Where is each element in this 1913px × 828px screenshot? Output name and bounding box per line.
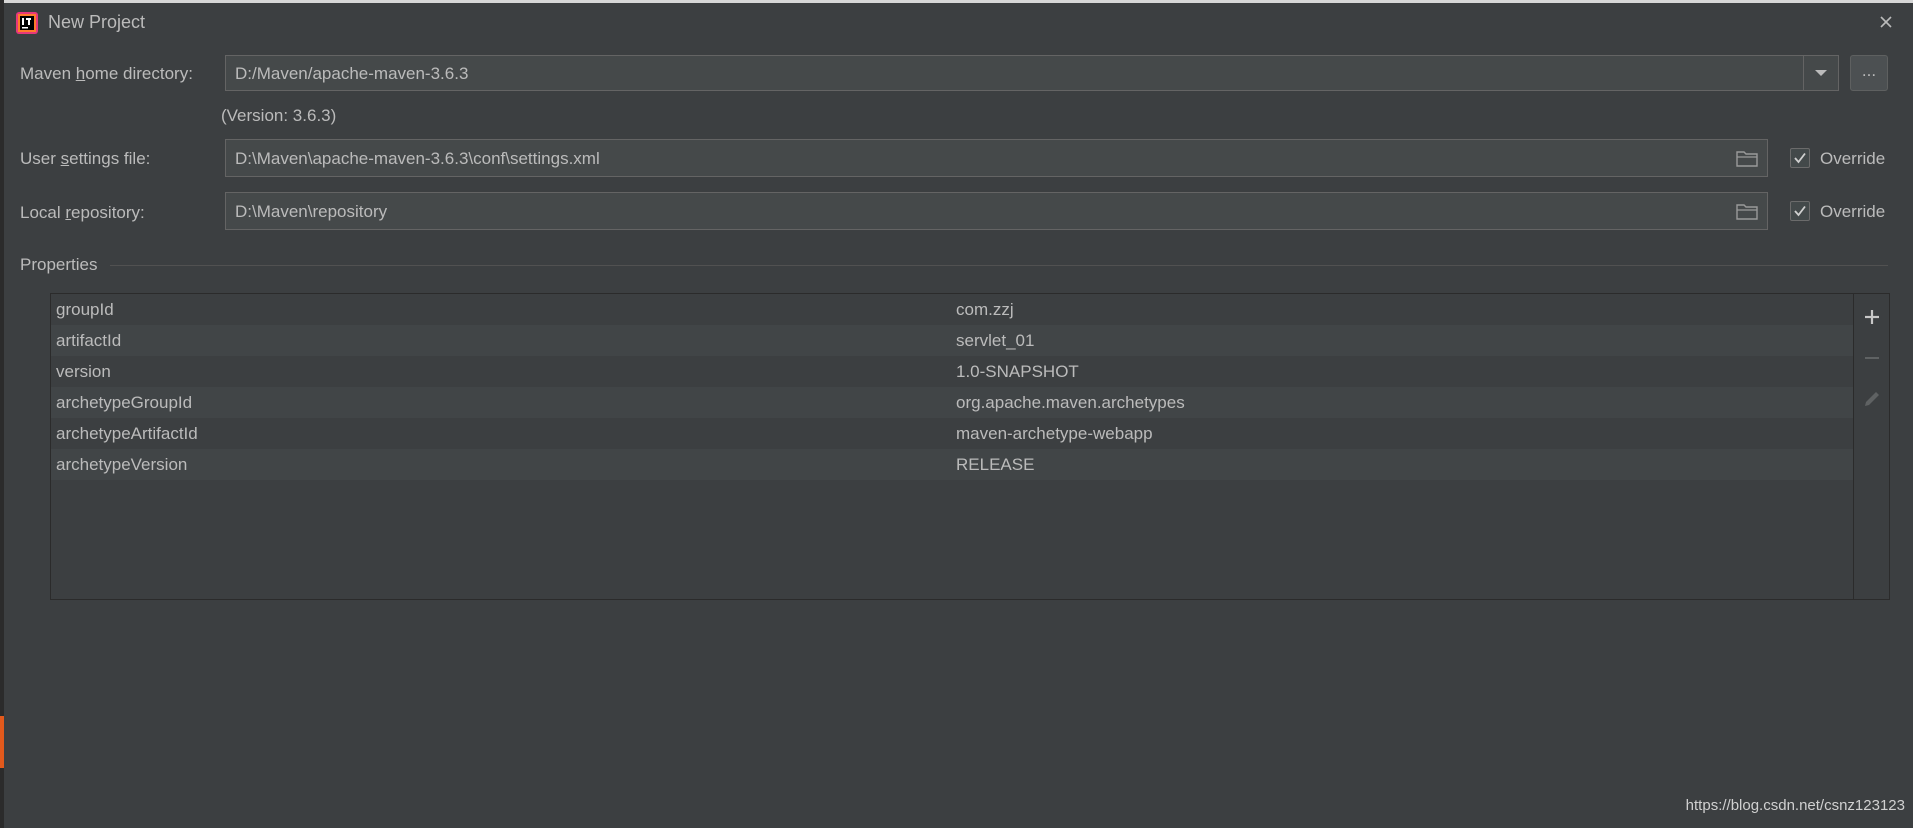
- intellij-icon: [16, 12, 38, 34]
- table-row[interactable]: artifactId servlet_01: [51, 325, 1853, 356]
- checkmark-icon: [1794, 152, 1806, 164]
- properties-table[interactable]: groupId com.zzj artifactId servlet_01 ve…: [50, 293, 1854, 600]
- local-repository-label: Local repository:: [20, 203, 145, 222]
- watermark: https://blog.csdn.net/csnz123123: [1685, 797, 1905, 814]
- maven-home-value: D:/Maven/apache-maven-3.6.3: [235, 64, 469, 83]
- user-settings-label: User settings file:: [20, 149, 151, 168]
- table-row[interactable]: version 1.0-SNAPSHOT: [51, 356, 1853, 387]
- table-row[interactable]: archetypeGroupId org.apache.maven.archet…: [51, 387, 1853, 418]
- maven-version-text: (Version: 3.6.3): [221, 106, 337, 125]
- table-row[interactable]: archetypeArtifactId maven-archetype-weba…: [51, 418, 1853, 449]
- property-key: groupId: [56, 300, 114, 319]
- user-settings-override-label[interactable]: Override: [1820, 149, 1885, 169]
- property-value: 1.0-SNAPSHOT: [956, 362, 1079, 381]
- local-repository-value: D:\Maven\repository: [235, 202, 388, 221]
- user-settings-field[interactable]: D:\Maven\apache-maven-3.6.3\conf\setting…: [225, 139, 1768, 177]
- minus-icon[interactable]: [1861, 347, 1883, 369]
- left-edge: [0, 0, 4, 828]
- user-settings-override-checkbox[interactable]: [1790, 148, 1810, 168]
- properties-toolbar: [1854, 293, 1890, 600]
- browse-maven-home-button[interactable]: ...: [1850, 55, 1888, 91]
- property-value: servlet_01: [956, 331, 1035, 350]
- properties-divider: [110, 265, 1888, 266]
- local-repository-override-checkbox[interactable]: [1790, 201, 1810, 221]
- chevron-down-icon[interactable]: [1803, 56, 1838, 90]
- user-settings-value: D:\Maven\apache-maven-3.6.3\conf\setting…: [235, 149, 600, 168]
- maven-home-label: Maven home directory:: [20, 64, 193, 83]
- left-edge-marker: [0, 716, 4, 768]
- window-title: New Project: [48, 12, 146, 32]
- property-value: maven-archetype-webapp: [956, 424, 1153, 443]
- local-repository-field[interactable]: D:\Maven\repository: [225, 192, 1768, 230]
- folder-icon[interactable]: [1736, 202, 1758, 220]
- property-key: version: [56, 362, 111, 381]
- property-value: org.apache.maven.archetypes: [956, 393, 1185, 412]
- title-bar: New Project: [4, 3, 1913, 41]
- property-value: com.zzj: [956, 300, 1014, 319]
- table-row[interactable]: archetypeVersion RELEASE: [51, 449, 1853, 480]
- property-key: archetypeArtifactId: [56, 424, 198, 443]
- property-value: RELEASE: [956, 455, 1035, 474]
- property-key: artifactId: [56, 331, 122, 350]
- close-icon[interactable]: [1873, 9, 1899, 35]
- folder-icon[interactable]: [1736, 149, 1758, 167]
- edit-icon[interactable]: [1861, 388, 1883, 410]
- property-key: archetypeGroupId: [56, 393, 193, 412]
- property-key: archetypeVersion: [56, 455, 188, 474]
- local-repository-override-label[interactable]: Override: [1820, 202, 1885, 222]
- plus-icon[interactable]: [1861, 306, 1883, 328]
- table-row[interactable]: groupId com.zzj: [51, 294, 1853, 325]
- checkmark-icon: [1794, 205, 1806, 217]
- properties-section-title: Properties: [20, 255, 98, 274]
- maven-home-combo[interactable]: D:/Maven/apache-maven-3.6.3: [225, 55, 1839, 91]
